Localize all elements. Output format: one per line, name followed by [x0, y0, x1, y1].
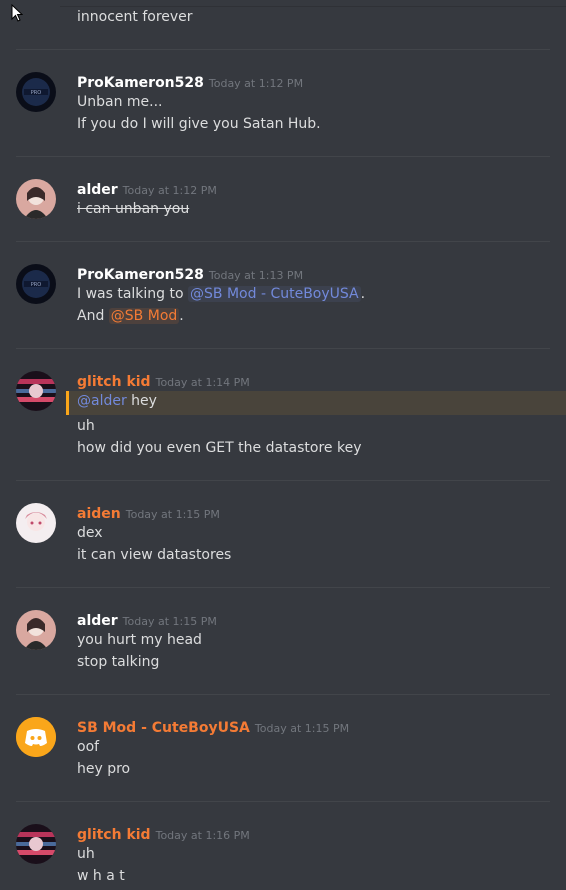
text-fragment: .: [179, 308, 184, 324]
message-text: how did you even GET the datastore key: [77, 440, 362, 456]
avatar[interactable]: [16, 824, 56, 864]
text-fragment: .: [360, 286, 366, 302]
message-text: @alder hey: [77, 393, 157, 409]
message-text: Unban me...: [77, 94, 163, 110]
message-divider: [16, 241, 550, 242]
message-text: you hurt my head: [77, 632, 202, 648]
username[interactable]: alder: [77, 613, 118, 629]
avatar[interactable]: [16, 610, 56, 650]
timestamp: Today at 1:14 PM: [155, 376, 250, 389]
text-fragment: hey: [126, 393, 157, 409]
message-text: uh: [77, 846, 95, 862]
avatar[interactable]: PRO: [16, 72, 56, 112]
username[interactable]: glitch kid: [77, 374, 151, 390]
message-divider: [16, 587, 550, 588]
timestamp: Today at 1:13 PM: [208, 269, 304, 282]
user-mention[interactable]: @alder: [77, 393, 127, 409]
message-divider: [16, 49, 550, 50]
timestamp: Today at 1:12 PM: [122, 184, 217, 197]
username[interactable]: ProKameron528: [77, 267, 204, 283]
message-text: innocent forever: [77, 9, 193, 25]
username[interactable]: ProKameron528: [77, 75, 204, 91]
message-text: stop talking: [77, 654, 160, 670]
message-text: it can view datastores: [77, 547, 232, 563]
message-divider: [16, 694, 550, 695]
message-text: dex: [77, 525, 103, 541]
message-text: If you do I will give you Satan Hub.: [77, 116, 321, 132]
text-fragment: I was talking to: [77, 286, 189, 302]
top-divider: [60, 6, 566, 7]
username[interactable]: alder: [77, 182, 118, 198]
svg-text:PRO: PRO: [31, 90, 41, 96]
message-text: oof: [77, 739, 100, 755]
username[interactable]: glitch kid: [77, 827, 151, 843]
message-divider: [16, 801, 550, 802]
mouse-cursor-icon: [11, 3, 24, 26]
message-text: w h a t: [77, 868, 125, 884]
avatar[interactable]: PRO: [16, 264, 56, 304]
timestamp: Today at 1:15 PM: [125, 508, 220, 521]
text-fragment: And: [77, 308, 109, 324]
user-mention[interactable]: @SB Mod - CuteBoyUSA: [188, 286, 361, 302]
svg-text:PRO: PRO: [31, 282, 41, 288]
discord-logo-avatar[interactable]: [16, 717, 56, 757]
avatar[interactable]: [16, 371, 56, 411]
timestamp: Today at 1:16 PM: [155, 829, 250, 842]
message-divider: [16, 348, 550, 349]
username[interactable]: SB Mod - CuteBoyUSA: [77, 720, 250, 736]
timestamp: Today at 1:15 PM: [254, 722, 350, 735]
timestamp: Today at 1:12 PM: [208, 77, 304, 90]
message-text: I was talking to @SB Mod - CuteBoyUSA.: [77, 286, 365, 302]
avatar[interactable]: [16, 503, 56, 543]
role-mention[interactable]: @SB Mod: [108, 308, 180, 324]
message-text: i can unban you: [77, 201, 190, 217]
message-text: uh: [77, 418, 95, 434]
username[interactable]: aiden: [77, 506, 121, 522]
message-text: hey pro: [77, 761, 131, 777]
avatar[interactable]: [16, 179, 56, 219]
message-text: And @SB Mod.: [77, 308, 184, 324]
message-divider: [16, 156, 550, 157]
message-divider: [16, 480, 550, 481]
timestamp: Today at 1:15 PM: [122, 615, 217, 628]
